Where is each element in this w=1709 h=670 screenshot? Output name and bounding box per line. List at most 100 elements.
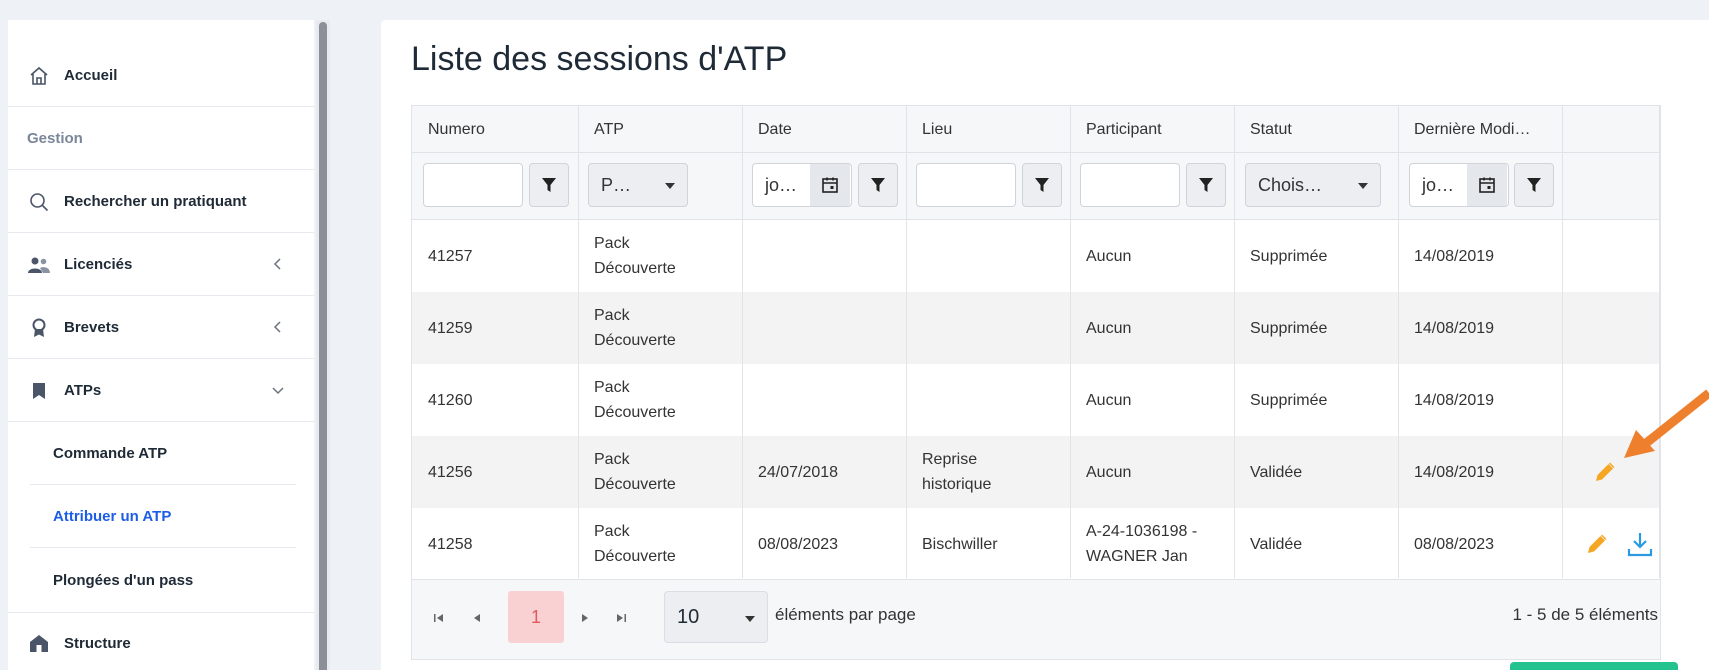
cell-atp: Pack Découverte (594, 451, 676, 493)
calendar-icon (822, 177, 838, 193)
filter-participant-button[interactable] (1186, 163, 1226, 207)
download-icon (1627, 533, 1653, 557)
award-icon (28, 317, 50, 339)
sidebar-item-label: Structure (64, 634, 131, 652)
cell-lieu (906, 292, 1026, 364)
cell-date: 08/08/2023 (758, 535, 839, 553)
filter-modif-value: jo… (1422, 174, 1455, 195)
chevron-down-icon (745, 616, 755, 622)
sidebar-item-label: ATPs (64, 382, 102, 399)
table-row[interactable]: 41259 Pack Découverte Aucun Supprimée 14… (412, 292, 1660, 364)
chevron-down-icon (1358, 183, 1368, 189)
prev-page-icon (474, 614, 480, 622)
cell-statut: Validée (1250, 535, 1303, 553)
cell-date (742, 292, 906, 364)
cell-numero: 41258 (428, 535, 473, 553)
pager-prev-button[interactable] (470, 610, 484, 626)
sidebar-subitem-commande-atp[interactable]: Commande ATP (30, 423, 296, 485)
filter-date-calendar-button[interactable] (810, 164, 850, 206)
filter-numero-input[interactable] (423, 163, 523, 207)
table-row[interactable]: 41258 Pack Découverte 08/08/2023 Bischwi… (412, 508, 1660, 580)
pager-page-size-select[interactable]: 10 (664, 591, 768, 643)
next-page-icon (582, 614, 588, 622)
column-header-numero[interactable]: Numero (412, 106, 576, 153)
table-row[interactable]: 41256 Pack Découverte 24/07/2018 Reprise… (412, 436, 1660, 508)
sidebar: Accueil Gestion Rechercher un pratiquant… (8, 20, 314, 670)
first-page-icon (434, 614, 443, 622)
page-title: Liste des sessions d'ATP (411, 40, 788, 78)
sidebar-scrollbar-thumb[interactable] (319, 22, 327, 670)
sidebar-item-atps[interactable]: ATPs (8, 360, 314, 422)
annotation-arrow-icon (1624, 389, 1709, 458)
cell-date (742, 364, 906, 436)
filter-numero-button[interactable] (529, 163, 569, 207)
sidebar-item-label: Commande ATP (53, 445, 168, 462)
green-action-button[interactable] (1510, 662, 1678, 670)
cell-derniere-modif: 14/08/2019 (1414, 319, 1495, 337)
filter-lieu-button[interactable] (1022, 163, 1062, 207)
filter-date-value: jo… (765, 174, 798, 195)
pager-first-button[interactable] (432, 610, 446, 626)
cell-statut: Supprimée (1250, 391, 1328, 409)
cell-participant: Aucun (1086, 319, 1132, 337)
download-button[interactable] (1626, 530, 1654, 558)
cell-participant: Aucun (1086, 463, 1132, 481)
cell-numero: 41260 (428, 391, 473, 409)
chevron-down-icon (665, 183, 675, 189)
grid-filter-row: P… jo… Chois… jo… (412, 153, 1660, 220)
sidebar-item-accueil[interactable]: Accueil (8, 45, 314, 107)
filter-modif-button[interactable] (1514, 163, 1554, 207)
last-page-icon (617, 614, 626, 622)
cell-atp: Pack Découverte (594, 235, 676, 277)
column-header-participant[interactable]: Participant (1070, 106, 1234, 153)
filter-atp-select[interactable]: P… (588, 163, 688, 207)
chevron-left-icon (270, 319, 286, 335)
sidebar-item-search[interactable]: Rechercher un pratiquant (8, 171, 314, 233)
cell-statut: Supprimée (1250, 319, 1328, 337)
cell-participant: Aucun (1086, 391, 1132, 409)
pager-last-button[interactable] (614, 610, 628, 626)
sessions-grid: Numero ATP Date Lieu Participant Statut … (411, 105, 1661, 660)
table-row[interactable]: 41260 Pack Découverte Aucun Supprimée 14… (412, 364, 1660, 436)
column-header-statut[interactable]: Statut (1234, 106, 1398, 153)
sidebar-subitem-attribuer-atp[interactable]: Attribuer un ATP (30, 486, 296, 548)
column-separator (1398, 106, 1399, 578)
section-label: Gestion (27, 130, 83, 147)
sidebar-item-licencies[interactable]: Licenciés (8, 234, 314, 296)
filter-statut-value: Chois… (1258, 174, 1323, 195)
cell-derniere-modif: 14/08/2019 (1414, 463, 1495, 481)
home-icon (28, 65, 50, 87)
column-header-lieu[interactable]: Lieu (906, 106, 1070, 153)
pager-page-current[interactable]: 1 (508, 591, 564, 643)
sidebar-item-structure[interactable]: Structure (8, 612, 314, 670)
chevron-left-icon (270, 256, 286, 272)
bookmark-icon (28, 380, 50, 402)
cell-numero: 41259 (428, 319, 473, 337)
grid-header-row: Numero ATP Date Lieu Participant Statut … (412, 106, 1660, 153)
sidebar-item-label: Licenciés (64, 256, 133, 273)
edit-button[interactable] (1583, 530, 1611, 558)
filter-date-button[interactable] (858, 163, 898, 207)
cell-lieu: Reprise historique (922, 451, 992, 493)
cell-derniere-modif: 08/08/2023 (1414, 535, 1495, 553)
chevron-down-icon (270, 382, 286, 398)
filter-modif-calendar-button[interactable] (1467, 164, 1507, 206)
cell-atp: Pack Découverte (594, 307, 676, 349)
filter-lieu-input[interactable] (916, 163, 1016, 207)
cell-participant: A-24-1036198 - WAGNER Jan (1086, 523, 1198, 565)
filter-participant-input[interactable] (1080, 163, 1180, 207)
cell-numero: 41256 (428, 463, 473, 481)
cell-date (742, 220, 906, 292)
column-header-date[interactable]: Date (742, 106, 906, 153)
filter-statut-select[interactable]: Chois… (1245, 163, 1381, 207)
sidebar-item-brevets[interactable]: Brevets (8, 297, 314, 359)
column-separator (742, 106, 743, 578)
sidebar-subitem-plongees-pass[interactable]: Plongées d'un pass (30, 549, 296, 611)
pager-per-page-label: éléments par page (775, 605, 916, 624)
filter-icon (1527, 178, 1541, 192)
column-header-derniere-modif[interactable]: Dernière Modi… (1398, 106, 1562, 153)
table-row[interactable]: 41257 Pack Découverte Aucun Supprimée 14… (412, 220, 1660, 292)
page-size-value: 10 (677, 605, 700, 628)
pager-next-button[interactable] (578, 610, 592, 626)
column-header-atp[interactable]: ATP (578, 106, 742, 153)
